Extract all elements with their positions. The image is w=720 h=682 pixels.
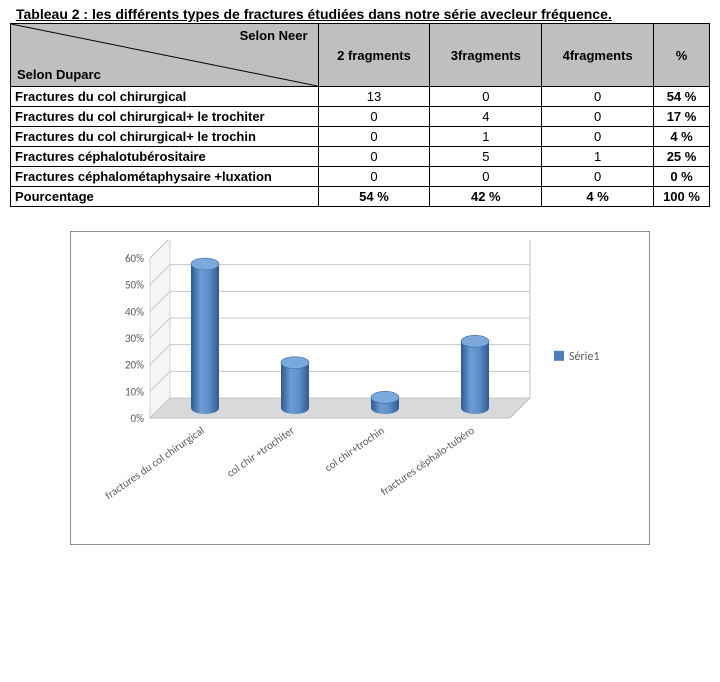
svg-text:col chir+trochin: col chir+trochin — [322, 424, 387, 475]
cell-pct: 0 % — [654, 167, 710, 187]
row-label: Fractures du col chirurgical+ le trochin — [11, 127, 319, 147]
cell: 13 — [318, 87, 430, 107]
bar-chart: 0% 10% 20% 30% 40% 50% 60% fractures du col chi… — [80, 240, 640, 540]
cell: 0 — [542, 167, 654, 187]
col-header: 4fragments — [542, 24, 654, 87]
row-label: Fractures du col chirurgical+ le trochit… — [11, 107, 319, 127]
row-label: Fractures céphalotubérositaire — [11, 147, 319, 167]
cell: 0 — [318, 147, 430, 167]
cell: 42 % — [430, 187, 542, 207]
table-row: Fractures du col chirurgical 13 0 0 54 % — [11, 87, 710, 107]
axis-left-label: Selon Duparc — [17, 67, 101, 82]
col-header: 2 fragments — [318, 24, 430, 87]
axis-diagonal-cell: Selon Neer Selon Duparc — [11, 24, 319, 87]
svg-text:0%: 0% — [131, 412, 145, 425]
row-label: Fractures céphalométaphysaire +luxation — [11, 167, 319, 187]
col-header: 3fragments — [430, 24, 542, 87]
cell-pct: 17 % — [654, 107, 710, 127]
chart-container: 0% 10% 20% 30% 40% 50% 60% fractures du col chi… — [70, 231, 650, 545]
table-caption: Tableau 2 : les différents types de frac… — [16, 6, 710, 22]
cell: 0 — [542, 107, 654, 127]
svg-text:20%: 20% — [125, 359, 144, 372]
table-row: Fractures céphalométaphysaire +luxation … — [11, 167, 710, 187]
cell: 0 — [542, 87, 654, 107]
cell: 5 — [430, 147, 542, 167]
svg-text:10%: 10% — [125, 385, 144, 398]
svg-text:50%: 50% — [125, 279, 144, 292]
table-row: Fractures du col chirurgical+ le trochin… — [11, 127, 710, 147]
cell: 0 — [318, 167, 430, 187]
svg-text:60%: 60% — [125, 252, 144, 265]
svg-text:fractures céphalo-tubéro: fractures céphalo-tubéro — [378, 424, 477, 499]
cell-pct: 4 % — [654, 127, 710, 147]
row-label: Pourcentage — [11, 187, 319, 207]
cell: 1 — [430, 127, 542, 147]
fractures-table: Selon Neer Selon Duparc 2 fragments 3fra… — [10, 23, 710, 207]
svg-text:Série1: Série1 — [569, 350, 599, 364]
svg-text:30%: 30% — [125, 332, 144, 345]
row-label: Fractures du col chirurgical — [11, 87, 319, 107]
axis-top-label: Selon Neer — [240, 28, 308, 43]
svg-text:fractures du col chirurgical: fractures du col chirurgical — [103, 424, 207, 502]
cell: 1 — [542, 147, 654, 167]
cell: 0 — [318, 127, 430, 147]
svg-text:40%: 40% — [125, 305, 144, 318]
table-footer-row: Pourcentage 54 % 42 % 4 % 100 % — [11, 187, 710, 207]
cell-pct: 100 % — [654, 187, 710, 207]
cell: 4 — [430, 107, 542, 127]
svg-text:col chir +trochiter: col chir +trochiter — [224, 424, 296, 480]
cell: 0 — [430, 167, 542, 187]
cell: 0 — [430, 87, 542, 107]
table-header-row: Selon Neer Selon Duparc 2 fragments 3fra… — [11, 24, 710, 87]
cell: 4 % — [542, 187, 654, 207]
cell: 54 % — [318, 187, 430, 207]
table-row: Fractures céphalotubérositaire 0 5 1 25 … — [11, 147, 710, 167]
col-header: % — [654, 24, 710, 87]
cell: 0 — [318, 107, 430, 127]
cell-pct: 54 % — [654, 87, 710, 107]
table-row: Fractures du col chirurgical+ le trochit… — [11, 107, 710, 127]
cell: 0 — [542, 127, 654, 147]
cell-pct: 25 % — [654, 147, 710, 167]
